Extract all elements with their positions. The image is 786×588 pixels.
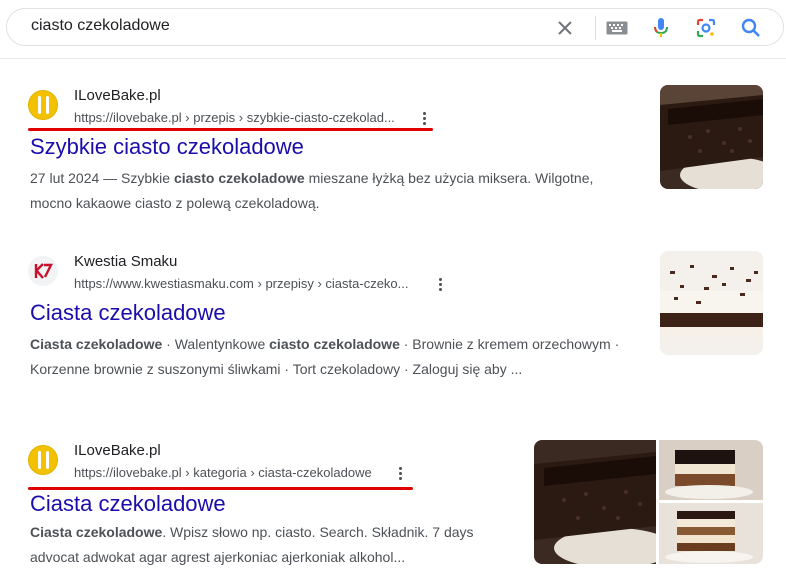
result-title[interactable]: Ciasta czekoladowe — [30, 300, 226, 326]
microphone-icon[interactable] — [648, 15, 674, 41]
result-title[interactable]: Ciasta czekoladowe — [30, 491, 226, 517]
more-options-icon[interactable] — [417, 110, 431, 128]
result-title[interactable]: Szybkie ciasto czekoladowe — [30, 134, 304, 160]
cake-thumbnail[interactable] — [660, 85, 763, 189]
search-box[interactable]: ciasto czekoladowe — [6, 8, 784, 46]
result-snippet: Ciasta czekoladowe. Wpisz słowo np. cias… — [30, 524, 474, 565]
divider — [595, 16, 596, 40]
search-icon[interactable] — [738, 15, 764, 41]
lens-icon[interactable] — [693, 15, 719, 41]
site-favicon — [28, 256, 58, 286]
result-url[interactable]: https://www.kwestiasmaku.com › przepisy … — [74, 276, 408, 291]
close-icon[interactable] — [552, 15, 578, 41]
result-url[interactable]: https://ilovebake.pl › przepis › szybkie… — [74, 110, 395, 125]
site-name[interactable]: Kwestia Smaku — [74, 253, 177, 270]
highlight-underline — [28, 128, 433, 131]
header-divider — [0, 58, 786, 59]
cake-thumbnail[interactable] — [659, 503, 763, 564]
cake-thumbnail[interactable] — [534, 440, 656, 564]
keyboard-icon[interactable] — [604, 15, 630, 41]
site-favicon — [28, 90, 58, 120]
more-options-icon[interactable] — [433, 276, 447, 294]
cake-thumbnail[interactable] — [660, 251, 763, 355]
result-url[interactable]: https://ilovebake.pl › kategoria › ciast… — [74, 465, 372, 480]
site-favicon — [28, 445, 58, 475]
highlight-underline — [28, 487, 413, 490]
result-snippet: 27 lut 2024 — Szybkie ciasto czekoladowe… — [30, 170, 594, 211]
site-name[interactable]: ILoveBake.pl — [74, 442, 161, 459]
result-snippet: Ciasta czekoladowe · Walentynkowe ciasto… — [30, 336, 620, 377]
cake-thumbnail[interactable] — [659, 440, 763, 500]
site-name[interactable]: ILoveBake.pl — [74, 87, 161, 104]
more-options-icon[interactable] — [393, 465, 407, 483]
search-input[interactable]: ciasto czekoladowe — [31, 17, 170, 35]
